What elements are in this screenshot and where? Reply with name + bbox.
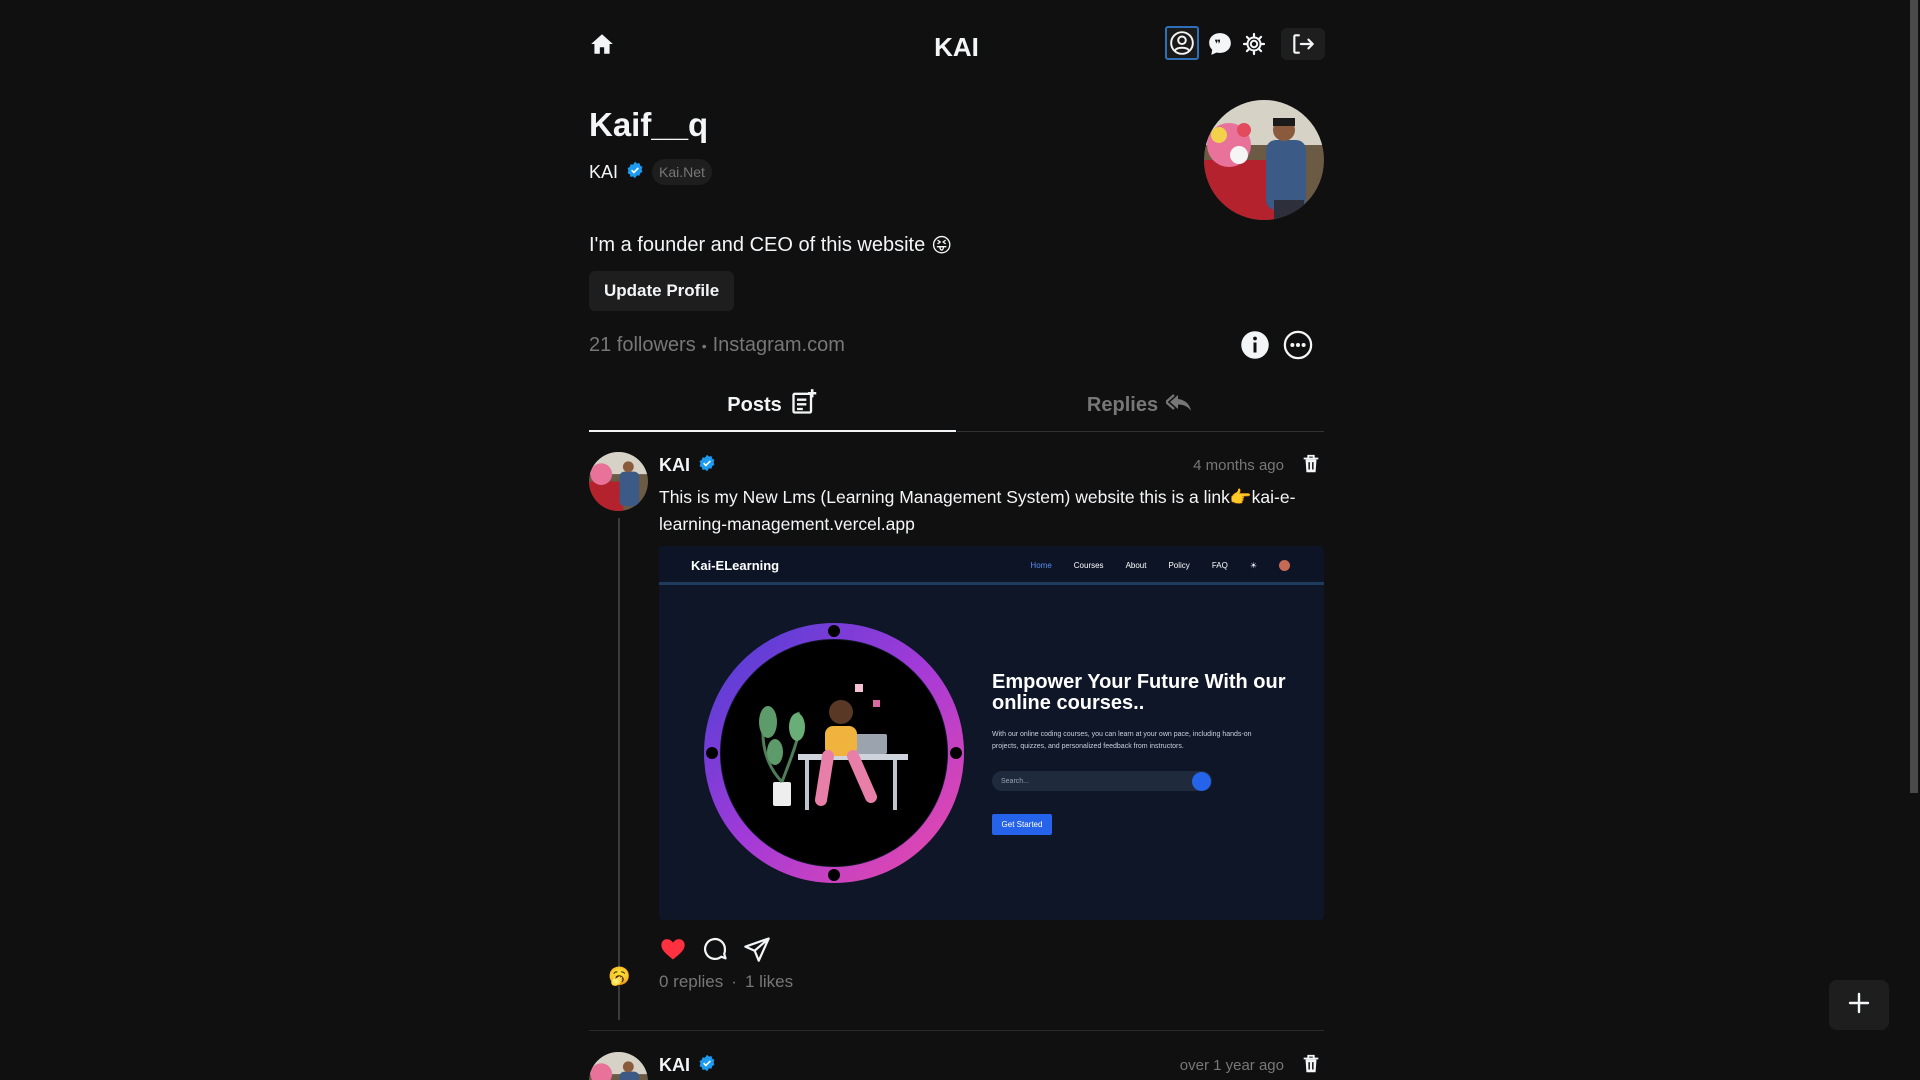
post-add-icon — [790, 388, 818, 422]
post-author-avatar[interactable] — [589, 452, 648, 511]
image-nav-links: Home Courses About Policy FAQ ☀ — [1030, 560, 1290, 571]
create-post-button[interactable] — [1829, 980, 1889, 1030]
update-profile-button[interactable]: Update Profile — [589, 271, 735, 311]
scrollbar-thumb[interactable] — [1910, 0, 1918, 793]
svg-text:❞: ❞ — [1215, 37, 1221, 50]
main-column: KAI ❞ Kaif__q KAI Kai.Net I'm a founder … — [589, 0, 1325, 1080]
info-icon[interactable] — [1240, 330, 1270, 360]
home-icon[interactable] — [589, 29, 615, 59]
image-nav-link: Policy — [1168, 561, 1190, 570]
tab-posts[interactable]: Posts — [589, 380, 956, 432]
bio-emoji: 😝 — [931, 235, 953, 257]
image-description: With our online coding courses, you can … — [992, 731, 1252, 750]
image-search-field: Search... — [992, 771, 1212, 791]
post-timestamp: 4 months ago — [1193, 457, 1284, 474]
reply-avatar-emoji: 🥱 — [608, 966, 631, 986]
thread-line — [618, 518, 620, 1020]
image-nav-link: About — [1125, 561, 1147, 570]
domain-badge[interactable]: Kai.Net — [652, 159, 712, 185]
logout-icon[interactable] — [1281, 28, 1325, 60]
post-text: This is my New Lms (Learning Management … — [659, 487, 1296, 534]
stats-separator: · — [731, 972, 737, 991]
post-timestamp: over 1 year ago — [1179, 1057, 1284, 1074]
post-card: KAI over 1 year ago — [589, 1052, 1324, 1080]
share-send-icon[interactable] — [743, 935, 771, 963]
plus-icon — [1847, 991, 1871, 1020]
profile-avatar[interactable] — [1204, 100, 1324, 220]
page-scrollbar[interactable] — [1908, 0, 1920, 1080]
image-brand: Kai-ELearning — [691, 558, 780, 573]
image-avatar-icon — [1279, 560, 1290, 571]
image-sun-icon: ☀ — [1249, 561, 1257, 570]
profile-username: Kaif__q — [589, 106, 709, 143]
meta-separator: • — [701, 337, 707, 354]
comment-icon[interactable] — [701, 935, 729, 963]
replies-count[interactable]: 0 replies — [659, 972, 723, 992]
image-hero-illustration — [704, 623, 964, 883]
profile-bio: I'm a founder and CEO of this website 😝 — [589, 233, 952, 258]
image-nav-link: Courses — [1073, 561, 1104, 570]
top-header: KAI ❞ — [589, 24, 1325, 66]
trash-icon[interactable] — [1300, 452, 1324, 478]
image-navbar: Kai-ELearning Home Courses About Policy … — [659, 546, 1324, 585]
verified-badge-icon — [626, 161, 644, 184]
chat-quote-icon[interactable]: ❞ — [1203, 27, 1237, 61]
post-divider — [589, 1030, 1324, 1031]
tab-replies[interactable]: Replies — [957, 380, 1324, 432]
followers-count[interactable]: 21 followers — [589, 334, 696, 357]
tab-posts-label: Posts — [727, 393, 782, 416]
user-profile-icon[interactable] — [1165, 26, 1199, 60]
post-card: 🥱 KAI 4 months ago This is my New Lms (L… — [589, 452, 1324, 1022]
trash-icon[interactable] — [1300, 1052, 1324, 1078]
profile-name-row: KAI Kai.Net — [589, 158, 712, 186]
profile-tabs: Posts Replies — [589, 380, 1324, 432]
post-author-name[interactable]: KAI — [659, 455, 690, 476]
post-stats: 0 replies · 1 likes — [659, 972, 1324, 992]
reply-all-icon — [1164, 391, 1194, 421]
heart-icon[interactable] — [659, 935, 687, 963]
image-nav-link: FAQ — [1211, 561, 1228, 570]
profile-display-name: KAI — [589, 161, 619, 182]
post-image[interactable]: Kai-ELearning Home Courses About Policy … — [659, 546, 1324, 920]
image-headline: Empower Your Future With our online cour… — [992, 671, 1286, 714]
profile-meta: 21 followers • Instagram.com — [589, 334, 845, 357]
post-content: KAI 4 months ago This is my New Lms (Lea… — [659, 452, 1324, 992]
post-actions — [659, 934, 1324, 964]
image-search-icon — [1192, 772, 1211, 791]
reply-avatar: 🥱 — [608, 966, 630, 988]
more-options-icon[interactable] — [1283, 330, 1313, 360]
image-nav-link: Home — [1030, 561, 1052, 570]
post-author-name[interactable]: KAI — [659, 1055, 690, 1076]
bio-text: I'm a founder and CEO of this website — [589, 234, 926, 256]
tab-replies-label: Replies — [1086, 394, 1159, 416]
post-author-avatar[interactable] — [589, 1052, 648, 1080]
verified-badge-icon — [698, 1054, 716, 1077]
profile-link[interactable]: Instagram.com — [713, 334, 845, 357]
likes-count[interactable]: 1 likes — [745, 972, 793, 992]
verified-badge-icon — [698, 454, 716, 477]
image-cta-button: Get Started — [992, 814, 1052, 835]
post-content: KAI over 1 year ago — [659, 1052, 1324, 1078]
gear-icon[interactable] — [1237, 27, 1271, 61]
